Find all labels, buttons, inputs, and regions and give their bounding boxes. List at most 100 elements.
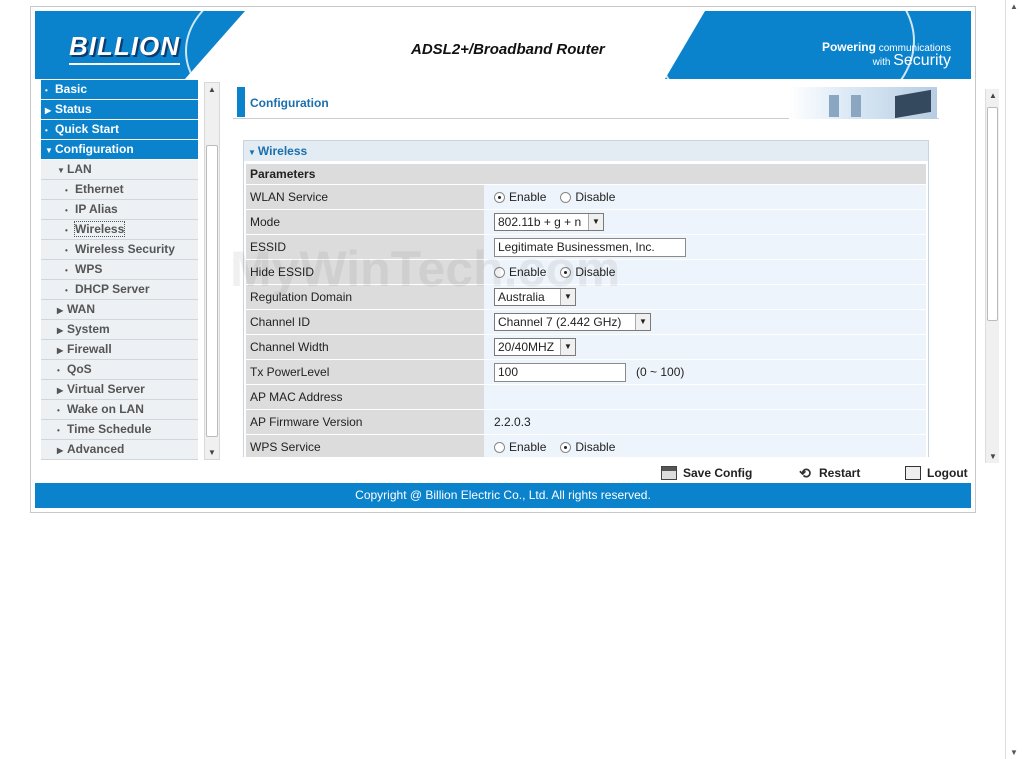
panel-title: Wireless	[257, 144, 308, 158]
radio-empty-icon	[494, 266, 505, 278]
scrollbar-thumb[interactable]	[206, 145, 218, 437]
row-value: 802.11b + g + n ▼	[484, 210, 926, 234]
wlan-disable-radio[interactable]: Disable	[560, 190, 615, 204]
hide-essid-disable-radio[interactable]: Disable	[560, 265, 615, 279]
scroll-up-arrow-icon[interactable]: ▲	[208, 85, 216, 94]
tagline-powering: Powering	[821, 40, 876, 54]
wireless-panel-header[interactable]: ▼ Wireless	[244, 141, 928, 161]
radio-selected-icon	[560, 441, 572, 453]
tx-power-input[interactable]: 100	[494, 362, 626, 382]
sidebar-item-basic[interactable]: • Basic	[41, 80, 198, 100]
row-value: Australia ▼	[484, 285, 926, 309]
row-label: AP MAC Address	[246, 385, 484, 409]
bullet-icon: •	[65, 286, 68, 295]
row-wps-service: WPS Service Enable Disable	[246, 434, 926, 457]
sidebar-item-system[interactable]: ▶ System	[41, 320, 198, 340]
radio-selected-icon	[560, 266, 572, 278]
sidebar-item-qos[interactable]: • QoS	[41, 360, 198, 380]
sidebar-item-dhcp-server[interactable]: • DHCP Server	[41, 280, 198, 300]
hide-essid-enable-radio[interactable]: Enable	[494, 265, 546, 279]
row-hide-essid: Hide ESSID Enable Disable	[246, 259, 926, 284]
regulation-domain-select[interactable]: Australia ▼	[494, 288, 576, 306]
sidebar-item-wireless-security[interactable]: • Wireless Security	[41, 240, 198, 260]
channel-width-select[interactable]: 20/40MHZ ▼	[494, 338, 576, 356]
office-banner-image	[789, 87, 937, 119]
sidebar-item-ip-alias[interactable]: • IP Alias	[41, 200, 198, 220]
wps-disable-radio[interactable]: Disable	[560, 440, 615, 454]
sidebar-item-quick-start[interactable]: • Quick Start	[41, 120, 198, 140]
sidebar-scrollbar[interactable]: ▲ ▼	[204, 82, 220, 460]
logout-icon	[905, 466, 921, 480]
tagline-with: with	[872, 57, 891, 68]
expand-arrow-icon: ▶	[57, 326, 64, 335]
row-label: WLAN Service	[246, 185, 484, 209]
mode-select[interactable]: 802.11b + g + n ▼	[494, 213, 604, 231]
select-value: 802.11b + g + n	[498, 215, 582, 229]
window-scrollbar[interactable]: ▲ ▼	[1005, 0, 1022, 759]
sidebar-item-time-schedule[interactable]: • Time Schedule	[41, 420, 198, 440]
content-scrollbar[interactable]: ▲ ▼	[985, 89, 999, 463]
row-label: AP Firmware Version	[246, 410, 484, 434]
sidebar-item-lan[interactable]: ▼ LAN	[41, 160, 198, 180]
scroll-down-arrow-icon[interactable]: ▼	[1010, 748, 1018, 757]
sidebar-item-label: System	[67, 322, 110, 336]
row-value: 2.2.0.3	[484, 410, 926, 434]
sidebar-item-wireless[interactable]: • Wireless	[41, 220, 198, 240]
sidebar-item-wan[interactable]: ▶ WAN	[41, 300, 198, 320]
bullet-icon: •	[65, 266, 68, 275]
row-label: Hide ESSID	[246, 260, 484, 284]
header-accent-bar	[237, 87, 245, 117]
wps-enable-radio[interactable]: Enable	[494, 440, 546, 454]
collapse-arrow-icon: ▼	[248, 148, 256, 157]
select-value: Australia	[498, 290, 545, 304]
channel-id-select[interactable]: Channel 7 (2.442 GHz) ▼	[494, 313, 651, 331]
router-frame: BILLION ADSL2+/Broadband Router Powering…	[30, 6, 999, 513]
row-value: 20/40MHZ ▼	[484, 335, 926, 359]
sidebar-item-label: Ethernet	[75, 182, 124, 196]
sidebar-item-label: Firewall	[67, 342, 112, 356]
row-label: Channel ID	[246, 310, 484, 334]
button-label: Restart	[819, 466, 861, 480]
row-channel-id: Channel ID Channel 7 (2.442 GHz) ▼	[246, 309, 926, 334]
scroll-down-arrow-icon[interactable]: ▼	[989, 452, 997, 461]
billion-logo: BILLION	[69, 31, 180, 65]
wlan-enable-radio[interactable]: Enable	[494, 190, 546, 204]
tagline: Powering communications with Security	[822, 41, 951, 69]
sidebar-item-firewall[interactable]: ▶ Firewall	[41, 340, 198, 360]
row-wlan-service: WLAN Service Enable Disable	[246, 184, 926, 209]
expand-arrow-icon: ▶	[57, 446, 64, 455]
restart-button[interactable]: ⟲ Restart	[797, 466, 860, 480]
sidebar-item-configuration[interactable]: ▼ Configuration	[41, 140, 198, 160]
row-value: Channel 7 (2.442 GHz) ▼	[484, 310, 926, 334]
sidebar-item-label: Virtual Server	[67, 382, 145, 396]
sidebar-item-virtual-server[interactable]: ▶ Virtual Server	[41, 380, 198, 400]
sidebar-item-status[interactable]: ▶ Status	[41, 100, 198, 120]
dropdown-arrow-icon: ▼	[635, 314, 650, 330]
save-config-button[interactable]: Save Config	[661, 466, 752, 480]
sidebar-item-label: Status	[55, 102, 92, 116]
scroll-up-arrow-icon[interactable]: ▲	[1010, 2, 1018, 11]
essid-input[interactable]: Legitimate Businessmen, Inc.	[494, 237, 686, 257]
row-value: Enable Disable	[484, 260, 926, 284]
select-value: Channel 7 (2.442 GHz)	[498, 315, 622, 329]
expand-arrow-icon: ▶	[45, 106, 52, 115]
sidebar-item-wps[interactable]: • WPS	[41, 260, 198, 280]
sidebar-item-advanced[interactable]: ▶ Advanced	[41, 440, 198, 460]
parameters-header: Parameters	[246, 164, 926, 184]
row-value	[484, 385, 926, 409]
scroll-up-arrow-icon[interactable]: ▲	[989, 91, 997, 100]
sidebar-item-wake-on-lan[interactable]: • Wake on LAN	[41, 400, 198, 420]
row-label: Mode	[246, 210, 484, 234]
button-label: Logout	[927, 466, 968, 480]
sidebar-item-ethernet[interactable]: • Ethernet	[41, 180, 198, 200]
expand-arrow-icon: ▶	[57, 346, 64, 355]
scroll-down-arrow-icon[interactable]: ▼	[208, 448, 216, 457]
logout-button[interactable]: Logout	[905, 466, 968, 480]
button-label: Save Config	[683, 466, 753, 480]
sidebar-item-label: Quick Start	[55, 122, 120, 136]
sidebar-item-label: WAN	[67, 302, 95, 316]
tagline-security: Security	[893, 52, 951, 69]
sidebar-item-label: Wake on LAN	[67, 402, 144, 416]
scrollbar-thumb[interactable]	[987, 107, 998, 321]
parameters-table: Parameters WLAN Service Enable Disable M…	[246, 164, 926, 457]
